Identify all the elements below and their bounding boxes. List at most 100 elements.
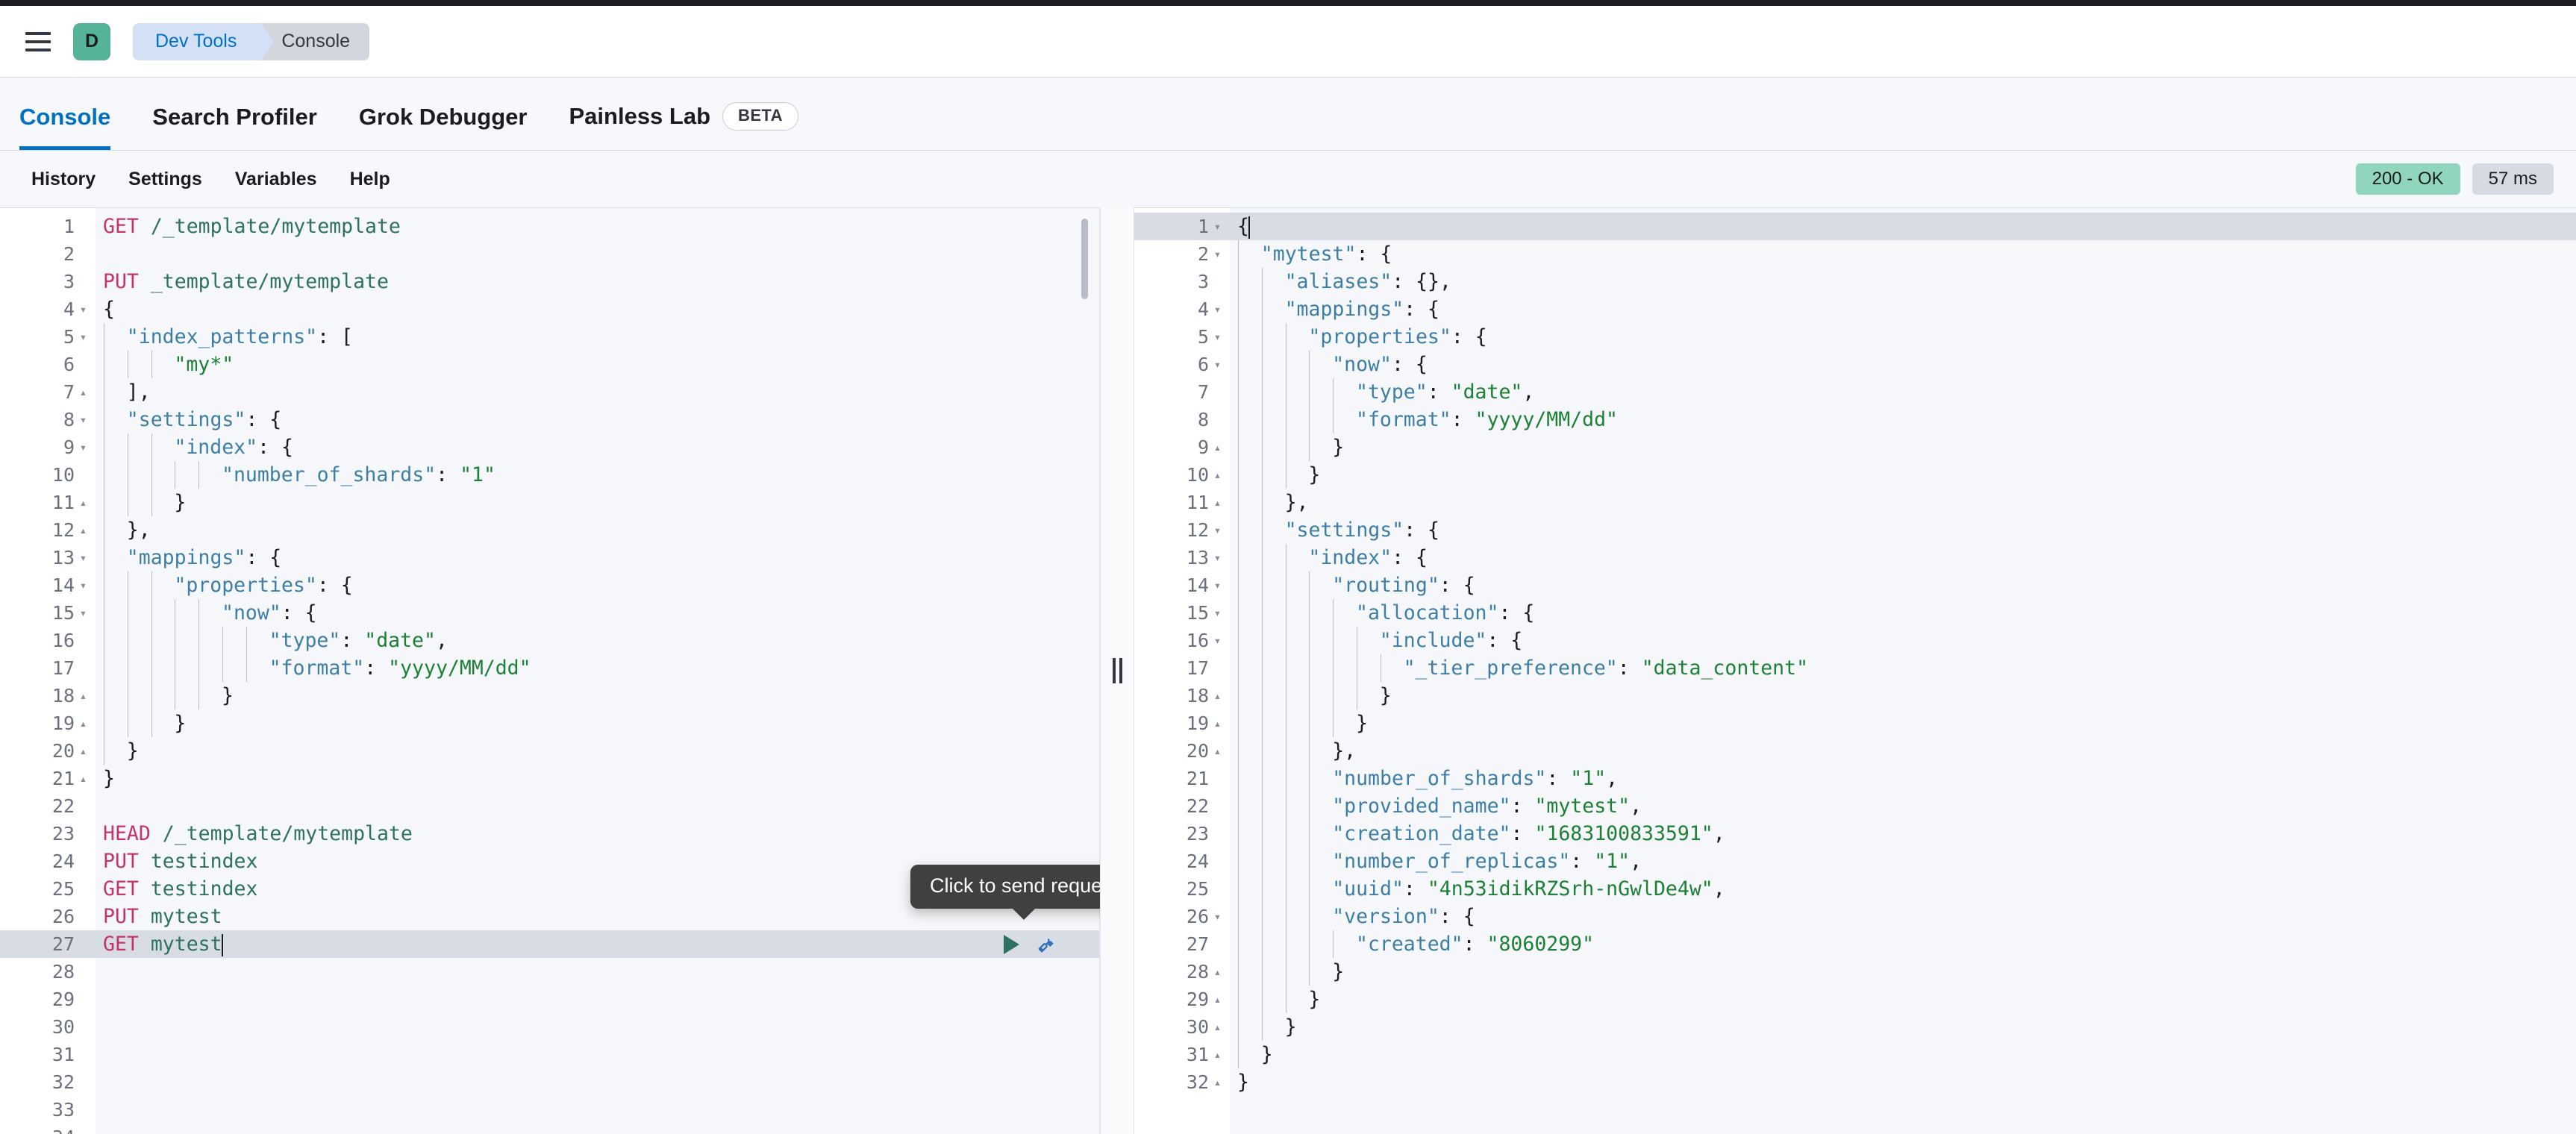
request-line[interactable]: 23▾HEAD /_template/mytemplate — [0, 820, 1100, 848]
fold-arrow-icon[interactable]: ▴ — [1211, 1041, 1224, 1068]
fold-arrow-icon[interactable]: ▾ — [77, 571, 90, 599]
breadcrumb-item-dev-tools[interactable]: Dev Tools — [133, 22, 275, 60]
request-line[interactable]: 7 ▴], — [0, 378, 1100, 406]
fold-arrow-icon[interactable]: ▴ — [1211, 958, 1224, 986]
response-line[interactable]: 21▾"number_of_shards": "1", — [1134, 765, 2576, 792]
request-line[interactable]: 22▾ — [0, 792, 1100, 820]
response-line[interactable]: 7▾"type": "date", — [1134, 378, 2576, 406]
response-line[interactable]: 25▾"uuid": "4n53idikRZSrh-nGwlDe4w", — [1134, 875, 2576, 903]
fold-arrow-icon[interactable]: ▾ — [1211, 599, 1224, 627]
pane-resize-handle[interactable] — [1100, 207, 1134, 1134]
response-line[interactable]: 11 ▴}, — [1134, 489, 2576, 516]
fold-arrow-icon[interactable]: ▾ — [77, 323, 90, 351]
fold-arrow-icon[interactable]: ▾ — [77, 544, 90, 571]
request-line[interactable]: 2▾ — [0, 240, 1100, 268]
fold-arrow-icon[interactable]: ▾ — [1211, 571, 1224, 599]
fold-arrow-icon[interactable]: ▴ — [77, 737, 90, 765]
response-line[interactable]: 24▾"number_of_replicas": "1", — [1134, 848, 2576, 875]
request-editor-pane[interactable]: 1▾GET /_template/mytemplate2▾3▾PUT _temp… — [0, 207, 1100, 1134]
wrench-icon[interactable] — [1036, 934, 1057, 955]
response-line[interactable]: 15 ▾ "allocation": { — [1134, 599, 2576, 627]
request-line[interactable]: 20 ▴} — [0, 737, 1100, 765]
response-line[interactable]: 27▾"created": "8060299" — [1134, 930, 2576, 958]
response-line[interactable]: 16 ▾ "include": { — [1134, 627, 2576, 654]
console-menu-help[interactable]: Help — [334, 169, 407, 190]
request-line[interactable]: 17▾"format": "yyyy/MM/dd" — [0, 654, 1100, 682]
tab-painless-lab[interactable]: Painless Lab BETA — [548, 102, 819, 150]
response-viewer-pane[interactable]: 1▾{2▾"mytest": {3▾"aliases": {},4▾"mappi… — [1134, 207, 2576, 1134]
fold-arrow-icon[interactable]: ▴ — [77, 765, 90, 792]
fold-arrow-icon[interactable]: ▴ — [1211, 461, 1224, 489]
space-avatar[interactable]: D — [73, 22, 110, 60]
fold-arrow-icon[interactable]: ▾ — [1211, 213, 1224, 240]
response-line[interactable]: 5 ▾ "properties": { — [1134, 323, 2576, 351]
fold-arrow-icon[interactable]: ▾ — [77, 406, 90, 433]
fold-arrow-icon[interactable]: ▾ — [1211, 351, 1224, 378]
response-line[interactable]: 13 ▾ "index": { — [1134, 544, 2576, 571]
fold-arrow-icon[interactable]: ▴ — [1211, 709, 1224, 737]
fold-arrow-icon[interactable]: ▴ — [1211, 1013, 1224, 1041]
editor-scrollbar-thumb[interactable] — [1081, 219, 1088, 299]
fold-arrow-icon[interactable]: ▴ — [1211, 737, 1224, 765]
request-line[interactable]: 29▾ — [0, 986, 1100, 1013]
response-line[interactable]: 28 ▴} — [1134, 958, 2576, 986]
request-line[interactable]: 19 ▴} — [0, 709, 1100, 737]
response-line[interactable]: 12 ▾ "settings": { — [1134, 516, 2576, 544]
request-line[interactable]: 10▾"number_of_shards": "1" — [0, 461, 1100, 489]
request-line[interactable]: 32▾ — [0, 1068, 1100, 1096]
request-line[interactable]: 11 ▴} — [0, 489, 1100, 516]
response-line[interactable]: 6 ▾ "now": { — [1134, 351, 2576, 378]
response-editor[interactable]: 1▾{2▾"mytest": {3▾"aliases": {},4▾"mappi… — [1134, 208, 2576, 1134]
request-line[interactable]: 16▾"type": "date", — [0, 627, 1100, 654]
play-triangle-icon[interactable] — [1004, 934, 1019, 954]
response-line[interactable]: 29 ▴} — [1134, 986, 2576, 1013]
request-line[interactable]: 5 ▾ "index_patterns": [ — [0, 323, 1100, 351]
fold-arrow-icon[interactable]: ▴ — [77, 682, 90, 709]
fold-arrow-icon[interactable]: ▴ — [77, 709, 90, 737]
response-line[interactable]: 23▾"creation_date": "1683100833591", — [1134, 820, 2576, 848]
fold-arrow-icon[interactable]: ▾ — [1211, 516, 1224, 544]
request-line[interactable]: 13 ▾ "mappings": { — [0, 544, 1100, 571]
response-line[interactable]: 14 ▾ "routing": { — [1134, 571, 2576, 599]
fold-arrow-icon[interactable]: ▴ — [1211, 489, 1224, 516]
request-line[interactable]: 15 ▾ "now": { — [0, 599, 1100, 627]
response-line[interactable]: 4 ▾ "mappings": { — [1134, 295, 2576, 323]
response-line[interactable]: 32 ▴} — [1134, 1068, 2576, 1096]
fold-arrow-icon[interactable]: ▾ — [1211, 323, 1224, 351]
response-line[interactable]: 26 ▾ "version": { — [1134, 903, 2576, 930]
request-line[interactable]: 28▾ — [0, 958, 1100, 986]
request-line[interactable]: 9 ▾ "index": { — [0, 433, 1100, 461]
request-line[interactable]: 30▾ — [0, 1013, 1100, 1041]
request-editor[interactable]: 1▾GET /_template/mytemplate2▾3▾PUT _temp… — [0, 208, 1100, 1134]
console-menu-variables[interactable]: Variables — [219, 169, 334, 190]
console-menu-settings[interactable]: Settings — [112, 169, 219, 190]
response-line[interactable]: 31 ▴} — [1134, 1041, 2576, 1068]
request-line[interactable]: 3▾PUT _template/mytemplate — [0, 268, 1100, 295]
fold-arrow-icon[interactable]: ▾ — [1211, 544, 1224, 571]
tab-console[interactable]: Console — [19, 104, 131, 150]
console-menu-history[interactable]: History — [15, 169, 112, 190]
fold-arrow-icon[interactable]: ▾ — [77, 433, 90, 461]
request-line[interactable]: 21 ▴} — [0, 765, 1100, 792]
response-line[interactable]: 8▾"format": "yyyy/MM/dd" — [1134, 406, 2576, 433]
response-line[interactable]: 20 ▴}, — [1134, 737, 2576, 765]
request-line[interactable]: 34▾ — [0, 1124, 1100, 1134]
request-line[interactable]: 18 ▴} — [0, 682, 1100, 709]
request-line[interactable]: 12 ▴}, — [0, 516, 1100, 544]
fold-arrow-icon[interactable]: ▾ — [1211, 240, 1224, 268]
fold-arrow-icon[interactable]: ▾ — [1211, 627, 1224, 654]
request-line[interactable]: 14 ▾ "properties": { — [0, 571, 1100, 599]
fold-arrow-icon[interactable]: ▴ — [1211, 682, 1224, 709]
request-line[interactable]: 1▾GET /_template/mytemplate — [0, 213, 1100, 240]
response-line[interactable]: 22▾"provided_name": "mytest", — [1134, 792, 2576, 820]
fold-arrow-icon[interactable]: ▴ — [1211, 986, 1224, 1013]
request-line[interactable]: 27▾GET mytest — [0, 930, 1100, 958]
fold-arrow-icon[interactable]: ▴ — [77, 516, 90, 544]
response-line[interactable]: 10 ▴} — [1134, 461, 2576, 489]
tab-grok-debugger[interactable]: Grok Debugger — [338, 104, 548, 150]
request-line[interactable]: 4 ▾ { — [0, 295, 1100, 323]
request-line[interactable]: 6▾ "my*" — [0, 351, 1100, 378]
response-line[interactable]: 18 ▴} — [1134, 682, 2576, 709]
fold-arrow-icon[interactable]: ▴ — [77, 489, 90, 516]
request-line[interactable]: 33▾ — [0, 1096, 1100, 1124]
